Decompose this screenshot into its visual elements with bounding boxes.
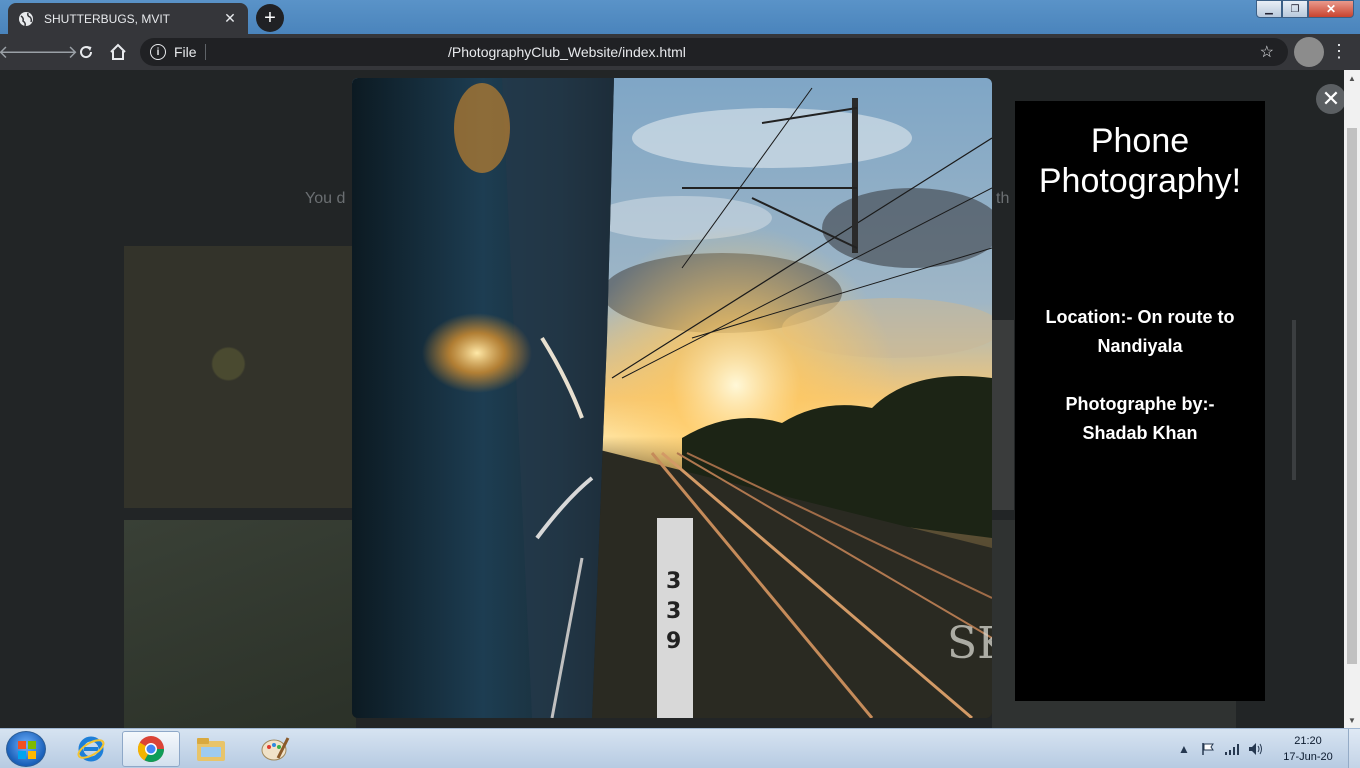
clock-time: 21:20 <box>1294 735 1322 747</box>
restore-button[interactable]: ❐ <box>1282 0 1308 18</box>
lightbox-close-button[interactable]: ✕ <box>1316 84 1346 114</box>
tab-title: SHUTTERBUGS, MVIT <box>44 11 171 26</box>
home-icon[interactable] <box>102 36 134 68</box>
internet-explorer-icon[interactable] <box>62 731 120 767</box>
photo-watermark: SK <box>947 618 992 669</box>
scheme-label: File <box>174 44 197 60</box>
paint-icon[interactable] <box>246 731 304 767</box>
arrow-right-icon[interactable]: 🡒 <box>30 36 78 68</box>
window-close-button[interactable]: ✕ <box>1308 0 1354 18</box>
windows-taskbar: ▲ 21:20 17-Jun-20 <box>0 728 1360 768</box>
lightbox-photo: 3 3 9 SK <box>352 78 992 718</box>
scroll-up-icon[interactable]: ▲ <box>1344 70 1360 86</box>
volume-icon[interactable] <box>1244 737 1268 761</box>
action-center-flag-icon[interactable] <box>1196 737 1220 761</box>
windows-logo-icon <box>18 741 36 759</box>
start-button[interactable] <box>6 731 46 767</box>
tab-close-icon[interactable]: ✕ <box>222 10 238 27</box>
caption-heading: Phone Photography! <box>1038 122 1242 200</box>
gallery-thumbnail-leaves[interactable] <box>124 246 356 508</box>
minimize-button[interactable]: ▁ <box>1256 0 1282 18</box>
show-hidden-icons-icon[interactable]: ▲ <box>1172 737 1196 761</box>
clock-date: 17-Jun-20 <box>1283 751 1333 763</box>
page-inner-indicator <box>1292 320 1296 480</box>
more-vert-icon[interactable]: ⋮ <box>1330 42 1348 60</box>
info-icon[interactable]: i <box>150 44 166 60</box>
svg-text:9: 9 <box>666 629 681 654</box>
new-tab-button[interactable]: + <box>256 4 284 32</box>
profile-avatar[interactable] <box>1294 37 1324 67</box>
globe-icon <box>18 11 34 27</box>
address-bar[interactable]: i File /PhotographyClub_Website/index.ht… <box>140 38 1288 66</box>
file-explorer-icon[interactable] <box>182 731 240 767</box>
taskbar-clock[interactable]: 21:20 17-Jun-20 <box>1268 733 1348 765</box>
caption-details: Location:- On route to Nandiyala Photogr… <box>1015 303 1265 448</box>
network-signal-icon[interactable] <box>1220 737 1244 761</box>
gallery-thumbnail-bird[interactable] <box>124 520 356 728</box>
chrome-icon[interactable] <box>122 731 180 767</box>
browser-titlebar: SHUTTERBUGS, MVIT ✕ + ▁ ❐ ✕ <box>0 0 1360 34</box>
url-text[interactable]: /PhotographyClub_Website/index.html <box>448 44 686 60</box>
scrollbar-thumb[interactable] <box>1347 128 1357 664</box>
caption-location: Location:- On route to Nandiyala <box>1045 307 1235 356</box>
show-desktop-button[interactable] <box>1348 729 1360 768</box>
page-scrollbar[interactable]: ▲ ▼ <box>1344 70 1360 728</box>
browser-toolbar: 🡐 🡒 i File /PhotographyClub_Website/inde… <box>0 34 1360 70</box>
svg-text:3: 3 <box>666 569 681 594</box>
caption-photographer: Photographe by:- Shadab Khan <box>1065 394 1215 443</box>
system-tray: ▲ 21:20 17-Jun-20 <box>1172 729 1360 768</box>
page-intro-text-fragment: You d <box>305 190 346 207</box>
gallery-thumbnail-right[interactable] <box>992 320 1014 510</box>
svg-text:3: 3 <box>666 599 681 624</box>
photo-caption-panel: Phone Photography! Location:- On route t… <box>1015 101 1265 701</box>
browser-tab[interactable]: SHUTTERBUGS, MVIT ✕ <box>8 3 248 34</box>
star-icon[interactable]: ☆ <box>1260 42 1274 62</box>
reload-icon[interactable] <box>70 36 102 68</box>
scroll-down-icon[interactable]: ▼ <box>1344 712 1360 728</box>
window-controls: ▁ ❐ ✕ <box>1256 0 1354 18</box>
omnibox-divider <box>204 44 206 60</box>
page-intro-text-fragment-right: th <box>996 190 1010 207</box>
